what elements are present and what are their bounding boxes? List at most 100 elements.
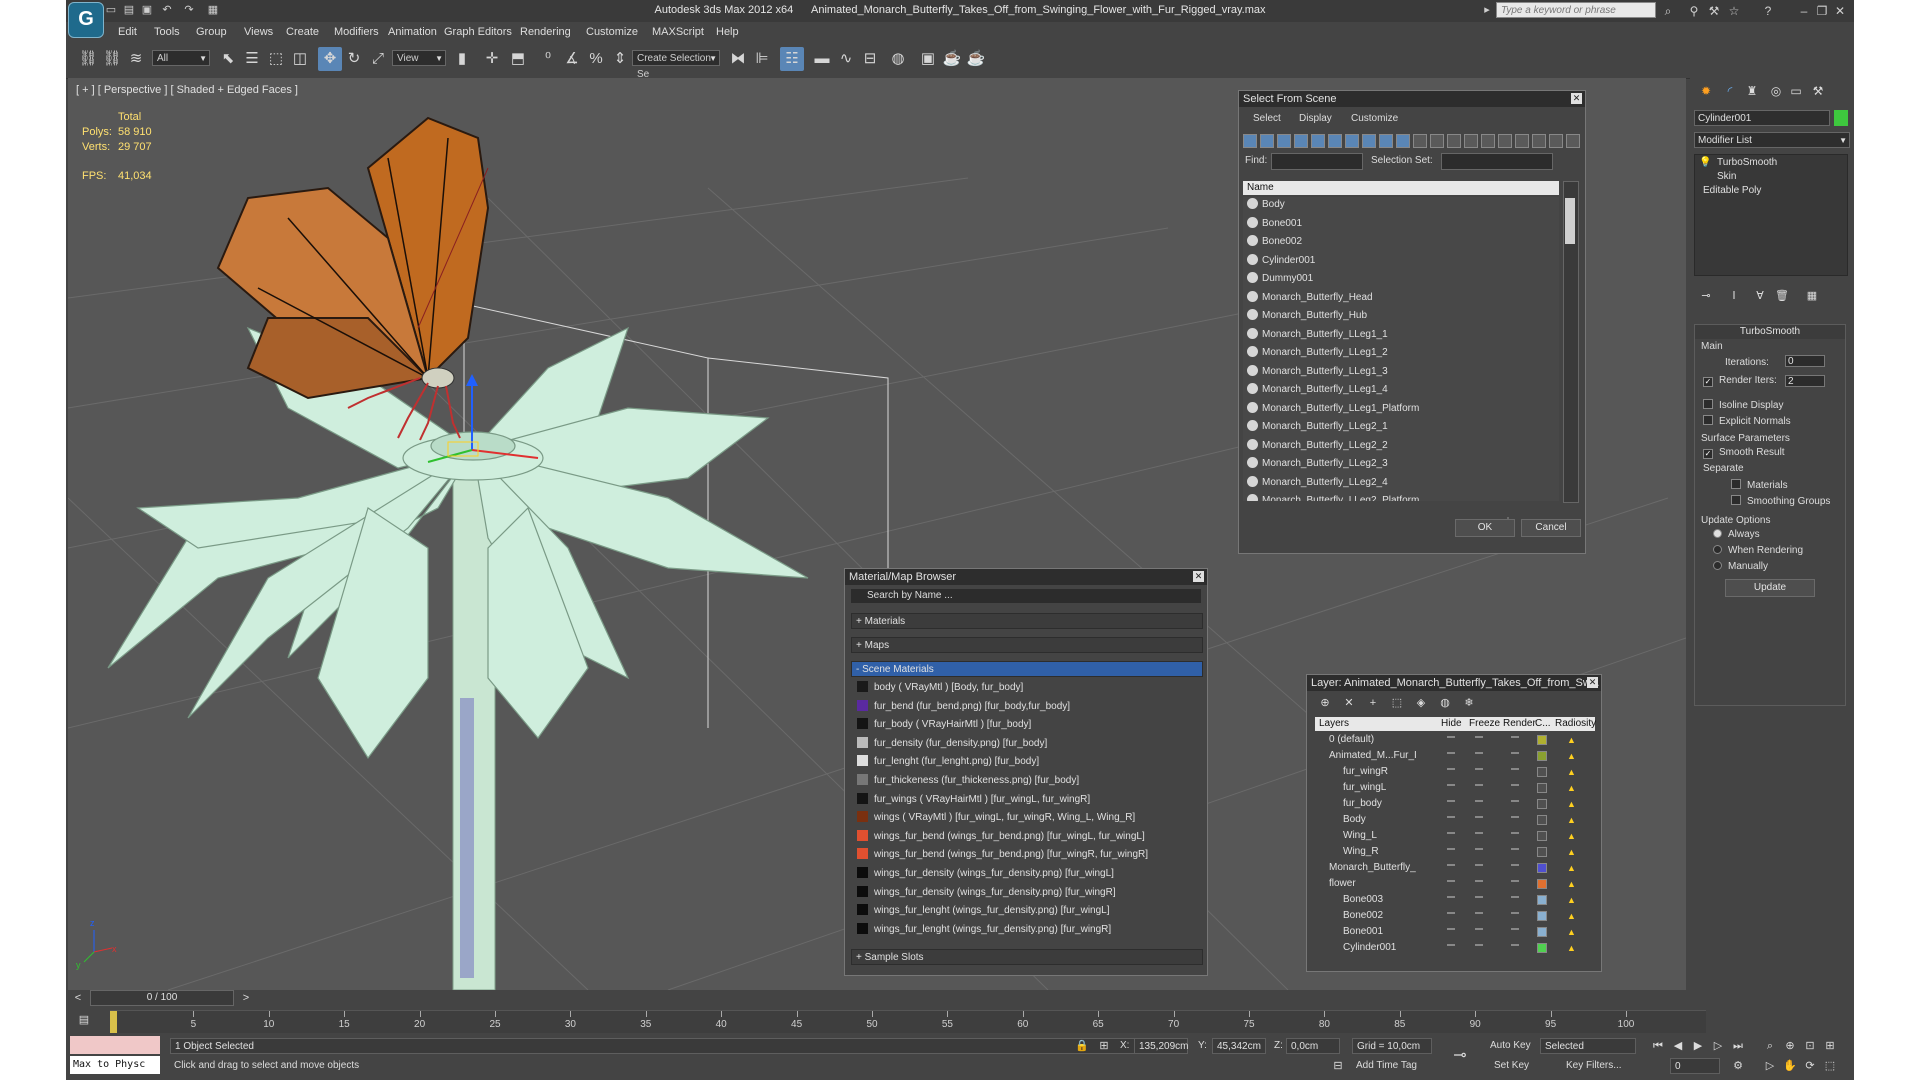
layer-toggle-icon[interactable] bbox=[1511, 944, 1519, 946]
layer-row[interactable]: fur_wingL ▲ bbox=[1315, 781, 1595, 794]
current-frame-marker[interactable] bbox=[110, 1011, 117, 1033]
select-by-name-icon[interactable]: ☰ bbox=[240, 47, 264, 71]
keyboard-shortcut-override-icon[interactable]: ⬒ bbox=[506, 47, 530, 71]
scene-object-row[interactable]: Monarch_Butterfly_LLeg2_2 bbox=[1243, 438, 1559, 453]
sfs-filter-icon[interactable] bbox=[1515, 134, 1529, 148]
layer-toggle-icon[interactable] bbox=[1511, 880, 1519, 882]
menu-maxscript[interactable]: MAXScript bbox=[652, 26, 704, 38]
material-row[interactable]: fur_lenght (fur_lenght.png) [fur_body] bbox=[857, 755, 1203, 769]
sfs-filter-icon[interactable] bbox=[1532, 134, 1546, 148]
layer-toggle-icon[interactable] bbox=[1447, 848, 1455, 850]
search-icon[interactable]: ⌕ bbox=[1660, 3, 1676, 19]
layer-toggle-icon[interactable] bbox=[1511, 784, 1519, 786]
help-icon[interactable]: ? bbox=[1760, 3, 1776, 19]
set-key-icon[interactable]: ⊸ bbox=[1452, 1048, 1468, 1064]
orbit-icon[interactable]: ⟳ bbox=[1802, 1058, 1818, 1074]
layer-row[interactable]: Bone002 ▲ bbox=[1315, 909, 1595, 922]
stack-item-editable-poly[interactable]: Editable Poly bbox=[1703, 185, 1761, 196]
col-layers[interactable]: Layers bbox=[1319, 717, 1349, 731]
menu-edit[interactable]: Edit bbox=[118, 26, 137, 38]
material-browser-close-icon[interactable]: ✕ bbox=[1193, 571, 1204, 582]
absolute-mode-icon[interactable]: ⊞ bbox=[1096, 1038, 1112, 1054]
sfs-menu-select[interactable]: Select bbox=[1253, 113, 1281, 124]
layer-toggle-icon[interactable] bbox=[1447, 832, 1455, 834]
layer-color-swatch[interactable] bbox=[1537, 943, 1547, 953]
scene-object-row[interactable]: Monarch_Butterfly_LLeg1_Platform bbox=[1243, 401, 1559, 416]
stack-item-skin[interactable]: Skin bbox=[1717, 171, 1736, 182]
select-manipulate-icon[interactable]: ✛ bbox=[480, 47, 504, 71]
z-coord-field[interactable]: 0,0cm bbox=[1286, 1038, 1340, 1054]
layer-color-swatch[interactable] bbox=[1537, 911, 1547, 921]
light-bulb-icon[interactable]: 💡 bbox=[1699, 157, 1711, 168]
layer-color-swatch[interactable] bbox=[1537, 735, 1547, 745]
layer-toggle-icon[interactable] bbox=[1475, 736, 1483, 738]
scene-object-row[interactable]: Monarch_Butterfly_LLeg1_3 bbox=[1243, 364, 1559, 379]
layer-toggle-icon[interactable] bbox=[1511, 848, 1519, 850]
scene-object-row[interactable]: Cylinder001 bbox=[1243, 253, 1559, 268]
next-frame-icon[interactable]: ▷ bbox=[1710, 1038, 1726, 1054]
sfs-filter-icon[interactable] bbox=[1413, 134, 1427, 148]
layer-row[interactable]: Body ▲ bbox=[1315, 813, 1595, 826]
layer-toggle-icon[interactable] bbox=[1447, 864, 1455, 866]
mirror-icon[interactable]: ⧓ bbox=[726, 47, 750, 71]
restore-icon[interactable]: ❐ bbox=[1814, 3, 1830, 19]
modifier-list-dropdown[interactable]: Modifier List bbox=[1694, 132, 1850, 149]
pin-stack-icon[interactable]: ⊸ bbox=[1698, 288, 1714, 304]
subscription-icon[interactable]: ⚲ bbox=[1686, 3, 1702, 19]
layer-toggle-icon[interactable] bbox=[1475, 896, 1483, 898]
auto-key-button[interactable]: Auto Key bbox=[1490, 1040, 1531, 1051]
spinner-snap-icon[interactable]: ⇕ bbox=[608, 47, 632, 71]
menu-graph-editors[interactable]: Graph Editors bbox=[444, 26, 512, 38]
scene-object-row[interactable]: Monarch_Butterfly_LLeg1_2 bbox=[1243, 345, 1559, 360]
material-row[interactable]: wings_fur_density (wings_fur_density.png… bbox=[857, 885, 1203, 900]
layer-toggle-icon[interactable] bbox=[1475, 912, 1483, 914]
zoom-extents-icon[interactable]: ⊡ bbox=[1802, 1038, 1818, 1054]
layer-toggle-icon[interactable] bbox=[1447, 768, 1455, 770]
sfs-filter-icon[interactable] bbox=[1362, 134, 1376, 148]
reference-coordinate-dropdown[interactable]: View bbox=[392, 50, 446, 67]
sfs-filter-icon[interactable] bbox=[1379, 134, 1393, 148]
layer-toggle-icon[interactable] bbox=[1447, 880, 1455, 882]
layer-toggle-icon[interactable] bbox=[1475, 800, 1483, 802]
sfs-filter-icon[interactable] bbox=[1311, 134, 1325, 148]
named-selection-dropdown[interactable]: Create Selection Se bbox=[632, 50, 720, 80]
material-row[interactable]: fur_thickeness (fur_thickeness.png) [fur… bbox=[857, 774, 1203, 788]
scene-object-row[interactable]: Bone002 bbox=[1243, 234, 1559, 249]
iterations-spinner[interactable]: 0 bbox=[1785, 355, 1825, 367]
sfs-filter-icon[interactable] bbox=[1277, 134, 1291, 148]
separate-materials-checkbox[interactable]: Materials bbox=[1731, 479, 1788, 491]
col-render[interactable]: Render bbox=[1503, 717, 1536, 731]
select-and-scale-icon[interactable]: ⤢ bbox=[366, 47, 390, 71]
play-icon[interactable]: ▶ bbox=[1690, 1038, 1706, 1054]
menu-group[interactable]: Group bbox=[196, 26, 227, 38]
sample-slots-group[interactable]: + Sample Slots bbox=[851, 949, 1203, 965]
scene-object-row[interactable]: Monarch_Butterfly_Head bbox=[1243, 290, 1559, 305]
previous-frame-icon[interactable]: ◀ bbox=[1670, 1038, 1686, 1054]
layer-color-swatch[interactable] bbox=[1537, 783, 1547, 793]
materials-group[interactable]: + Materials bbox=[851, 613, 1203, 629]
layer-toggle-icon[interactable] bbox=[1511, 800, 1519, 802]
hide-all-layers-icon[interactable]: ◍ bbox=[1437, 695, 1453, 711]
layer-toggle-icon[interactable] bbox=[1447, 800, 1455, 802]
selection-region-icon[interactable]: ⬚ bbox=[264, 47, 288, 71]
radiosity-icon[interactable]: ▲ bbox=[1567, 862, 1576, 875]
scene-object-row[interactable]: Monarch_Butterfly_Hub bbox=[1243, 308, 1559, 323]
material-editor-icon[interactable]: ◍ bbox=[886, 47, 910, 71]
layer-color-swatch[interactable] bbox=[1537, 831, 1547, 841]
isoline-display-checkbox[interactable]: Isoline Display bbox=[1703, 399, 1783, 411]
time-slider[interactable]: 0 / 100 bbox=[90, 990, 234, 1006]
radiosity-icon[interactable]: ▲ bbox=[1567, 878, 1576, 891]
zoom-extents-all-icon[interactable]: ⊞ bbox=[1822, 1038, 1838, 1054]
menu-tools[interactable]: Tools bbox=[154, 26, 180, 38]
layer-toggle-icon[interactable] bbox=[1475, 848, 1483, 850]
layer-toggle-icon[interactable] bbox=[1511, 928, 1519, 930]
scene-object-row[interactable]: Monarch_Butterfly_LLeg2_Platform bbox=[1243, 493, 1559, 501]
time-tag-icon[interactable]: ⊟ bbox=[1330, 1058, 1346, 1074]
col-freeze[interactable]: Freeze bbox=[1469, 717, 1500, 731]
sfs-filter-icon[interactable] bbox=[1345, 134, 1359, 148]
layer-toggle-icon[interactable] bbox=[1511, 864, 1519, 866]
ok-button[interactable]: OK bbox=[1455, 519, 1515, 537]
radiosity-icon[interactable]: ▲ bbox=[1567, 910, 1576, 923]
layer-color-swatch[interactable] bbox=[1537, 767, 1547, 777]
sfs-filter-icon[interactable] bbox=[1396, 134, 1410, 148]
